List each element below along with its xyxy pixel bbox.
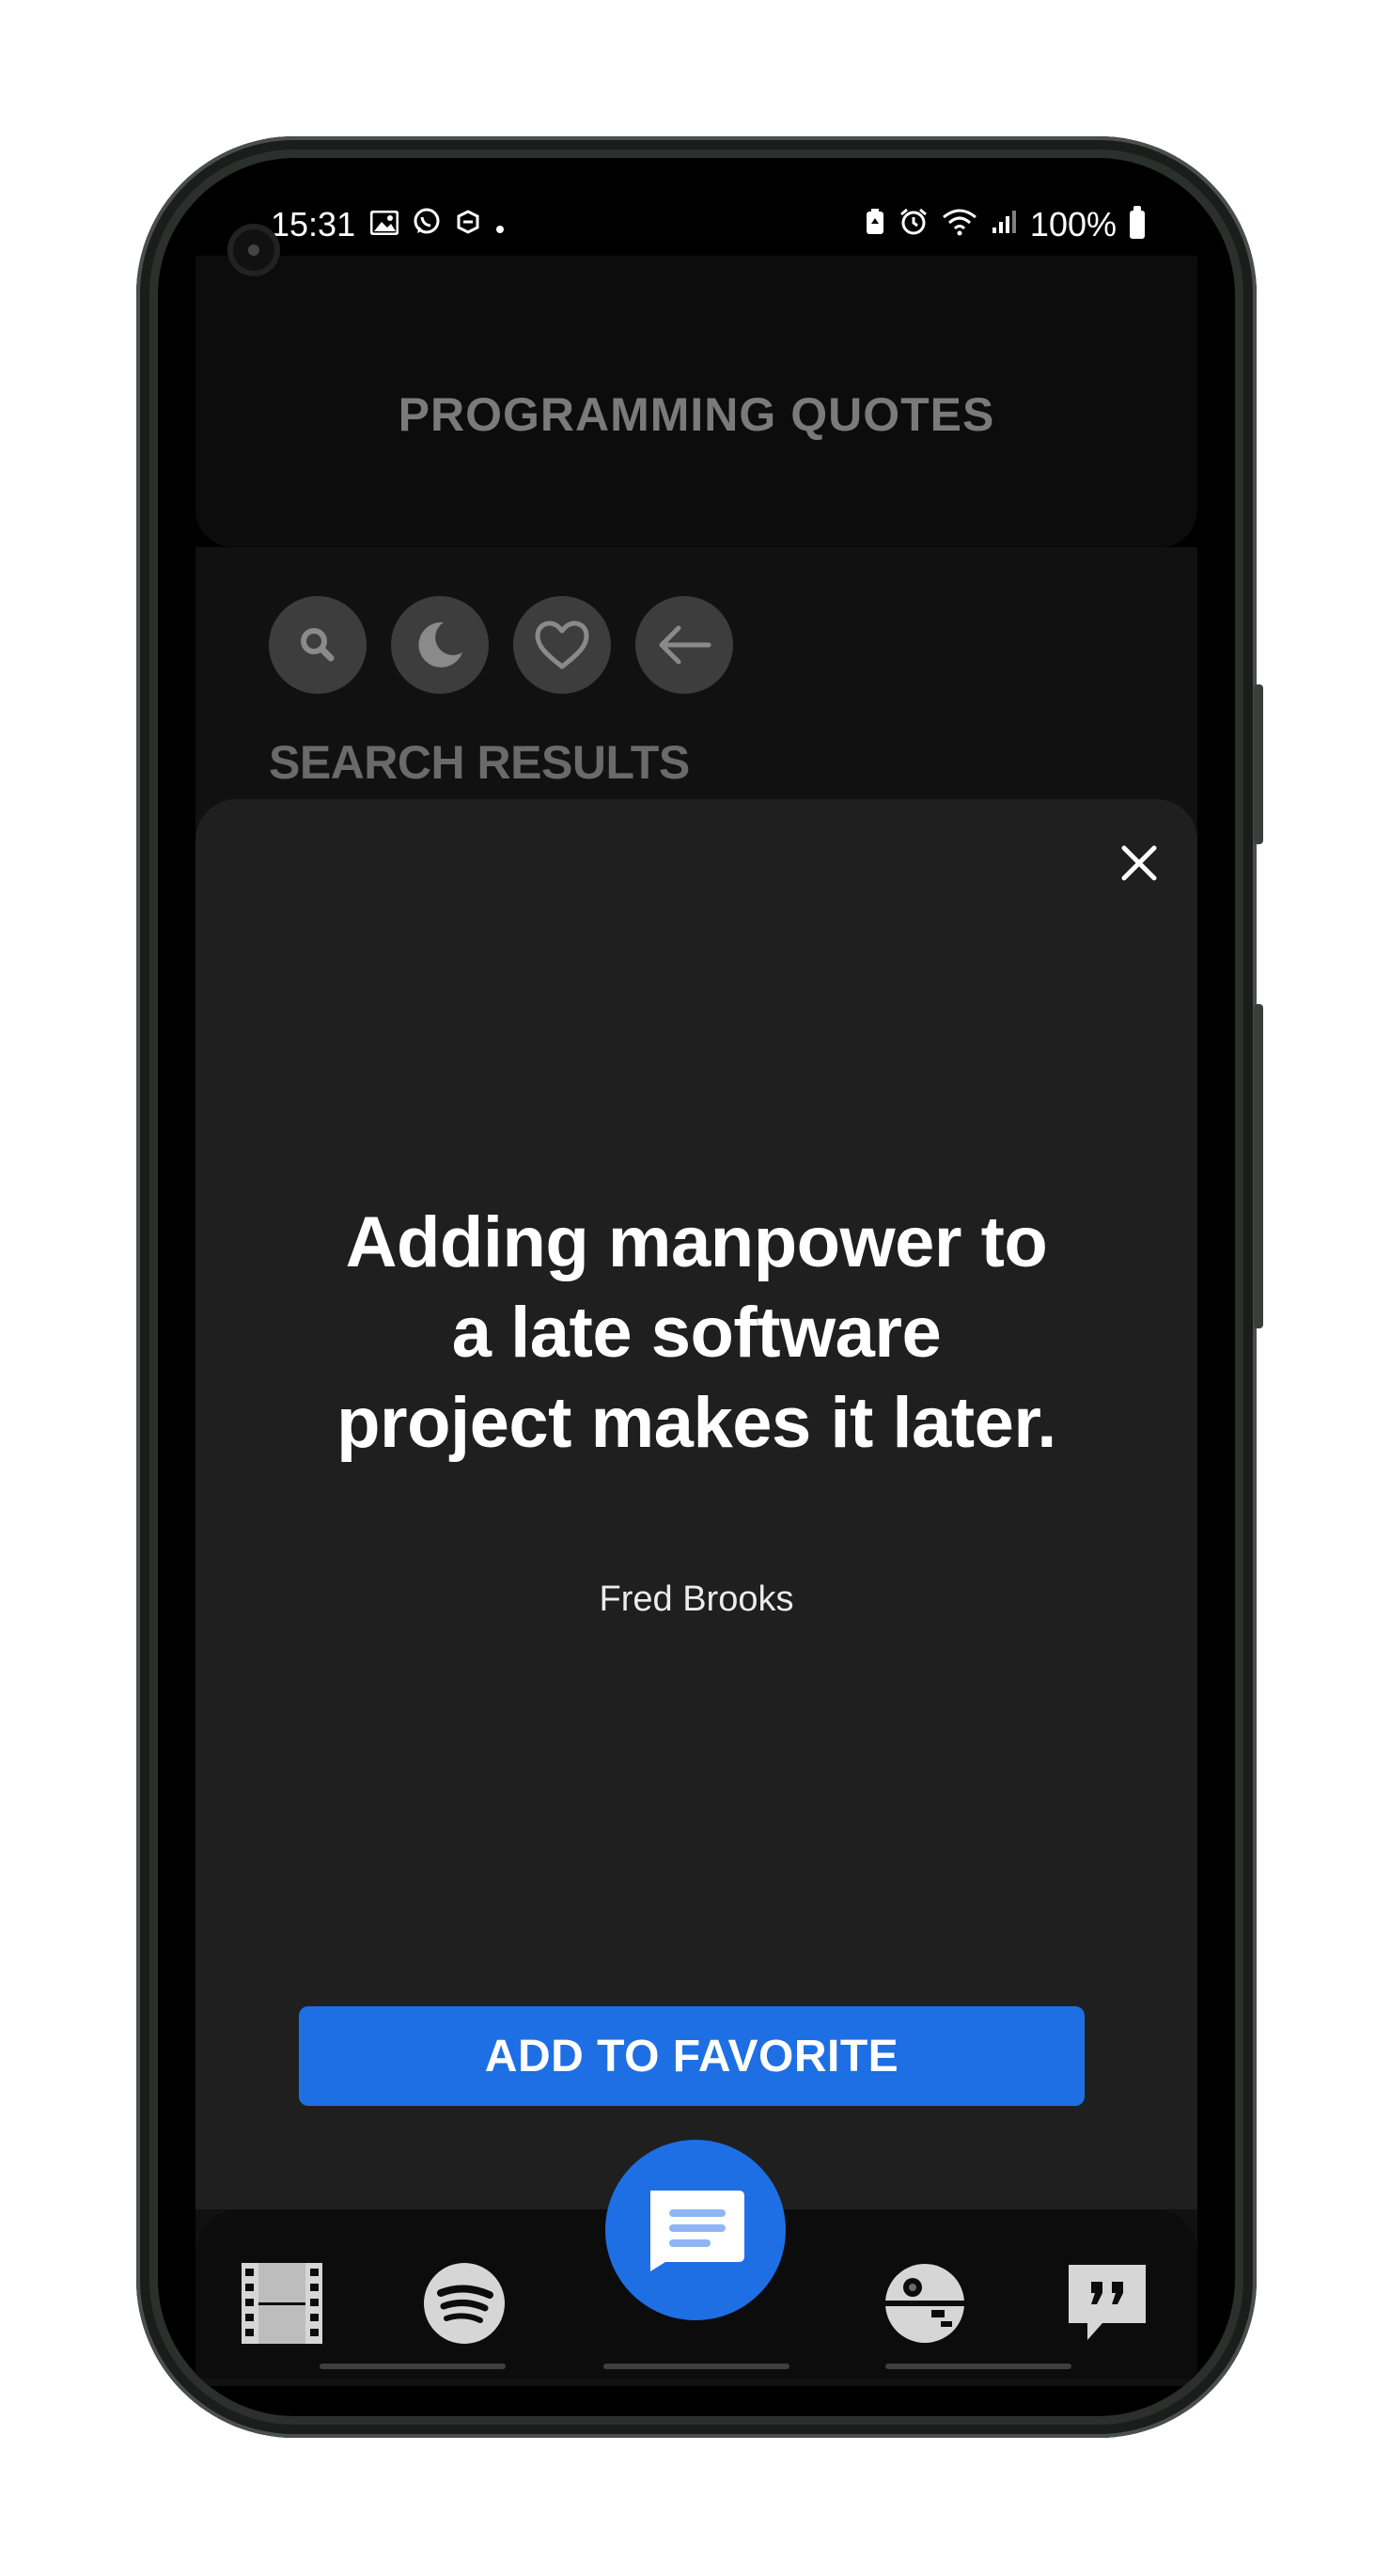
battery-saver-icon (865, 208, 885, 243)
gesture-bar-left (320, 2364, 506, 2369)
status-bar: 15:31 100% (195, 186, 1197, 261)
volume-button (1254, 684, 1263, 844)
battery-icon (1130, 206, 1145, 239)
nav-item-star-wars[interactable] (880, 2258, 970, 2348)
add-to-favorite-button[interactable]: ADD TO FAVORITE (299, 2006, 1085, 2106)
search-icon (301, 628, 335, 662)
status-time: 15:31 (271, 205, 356, 243)
notification-icons (369, 207, 506, 245)
close-button[interactable] (1105, 829, 1173, 897)
app-title: PROGRAMMING QUOTES (398, 388, 995, 441)
gesture-bar-right (885, 2364, 1071, 2369)
screen: PROGRAMMING QUOTES 15:31 100% SEARCH RES… (195, 186, 1197, 2386)
search-button[interactable] (269, 596, 367, 694)
whatsapp-icon (412, 207, 442, 245)
dot-icon (494, 210, 506, 243)
close-icon (1121, 845, 1157, 881)
nav-item-movies[interactable] (237, 2258, 327, 2348)
page: PROGRAMMING QUOTES 15:31 100% SEARCH RES… (0, 0, 1391, 2576)
quote-icon (1069, 2265, 1146, 2340)
battery-percent: 100% (1029, 205, 1117, 243)
wifi-icon (942, 208, 977, 243)
toolbar (269, 596, 733, 694)
quote-text: Adding manpower to a late software proje… (336, 1202, 1056, 1463)
section-label: SEARCH RESULTS (269, 736, 690, 789)
image-icon (369, 210, 399, 243)
nav-item-quotes[interactable] (1062, 2258, 1152, 2348)
app-header: PROGRAMMING QUOTES (195, 256, 1197, 547)
favorites-button[interactable] (513, 596, 611, 694)
signal-icon (991, 209, 1017, 242)
quote-author: Fred Brooks (599, 1579, 794, 1619)
camera-cutout (227, 224, 280, 276)
messages-icon (650, 2191, 744, 2271)
power-button (1254, 1004, 1263, 1328)
death-star-icon (884, 2264, 965, 2343)
app-icon (455, 209, 481, 243)
moon-icon (418, 621, 462, 668)
spotify-icon (424, 2263, 505, 2344)
messages-button[interactable] (605, 2140, 786, 2320)
back-button[interactable] (635, 596, 733, 694)
alarm-icon (899, 207, 929, 243)
heart-icon (535, 620, 589, 669)
arrow-left-icon (659, 625, 711, 665)
quote-sheet: Adding manpower to a late software proje… (195, 799, 1197, 2209)
gesture-bar-center (603, 2364, 789, 2369)
nav-item-music[interactable] (419, 2258, 509, 2348)
system-icons: 100% (865, 205, 1145, 244)
phone-body: PROGRAMMING QUOTES 15:31 100% SEARCH RES… (158, 158, 1235, 2416)
film-icon (242, 2263, 322, 2344)
dark-mode-button[interactable] (391, 596, 489, 694)
